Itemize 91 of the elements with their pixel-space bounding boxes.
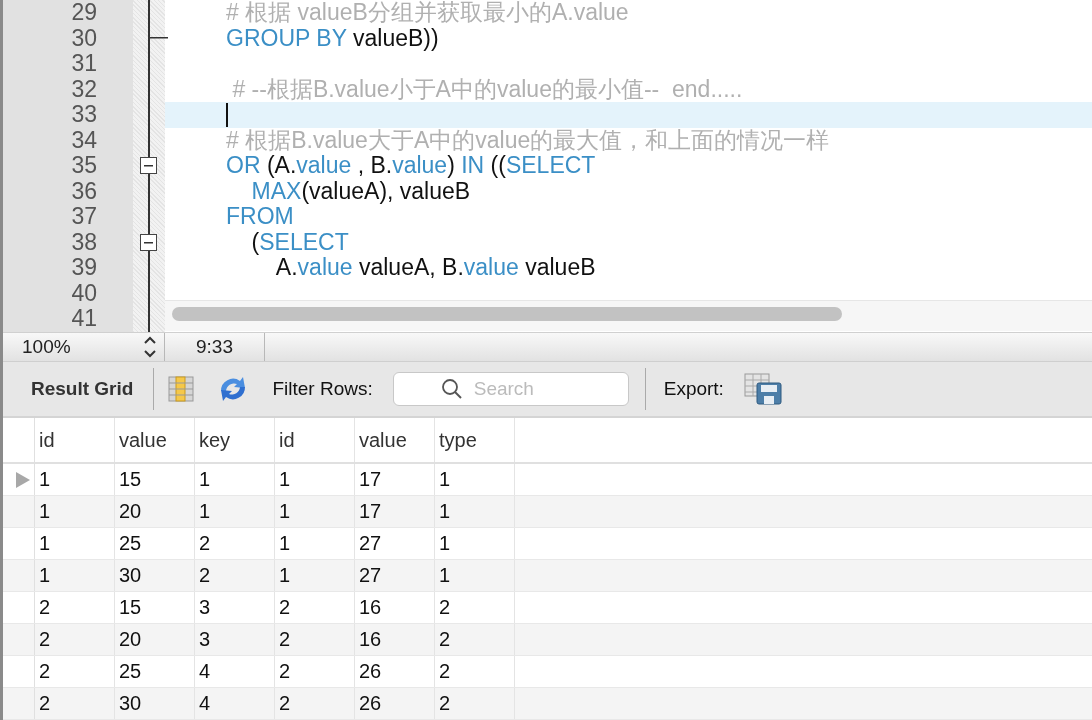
- columns-icon[interactable]: [168, 375, 195, 403]
- stepper-icon[interactable]: [143, 334, 157, 360]
- table-cell: 2: [435, 592, 515, 623]
- table-cell: 2: [435, 656, 515, 687]
- table-cell: 3: [195, 592, 275, 623]
- line-number: 38: [70, 229, 98, 255]
- table-cell: 2: [35, 656, 115, 687]
- line-number: 39: [70, 255, 98, 281]
- table-cell: 1: [275, 496, 355, 527]
- line-number: 33: [70, 102, 98, 128]
- line-number: 41: [70, 306, 98, 332]
- table-cell: 26: [355, 656, 435, 687]
- table-cell: 20: [115, 496, 195, 527]
- code-comment: # --根据B.value小于A中的value的最小值-- end.....: [231, 76, 743, 102]
- line-number: 31: [70, 51, 98, 77]
- table-cell: 2: [195, 528, 275, 559]
- table-cell: 2: [275, 592, 355, 623]
- table-cell: 4: [195, 688, 275, 719]
- zoom-level: 100%: [22, 336, 71, 358]
- code-comment: # 根据B.value大于A中的value的最大值，和上面的情况一样: [226, 127, 830, 153]
- table-cell: 2: [35, 592, 115, 623]
- export-icon[interactable]: [743, 373, 782, 405]
- table-cell: 26: [355, 688, 435, 719]
- table-cell: 16: [355, 624, 435, 655]
- table-cell: 1: [195, 496, 275, 527]
- code-line: A.value valueA, B.value valueB: [274, 255, 596, 281]
- current-row-icon: [16, 471, 30, 488]
- line-number: 36: [70, 178, 98, 204]
- table-cell: 1: [275, 464, 355, 495]
- column-header[interactable]: key: [195, 418, 275, 462]
- line-number: 35: [70, 153, 98, 179]
- table-cell: 1: [275, 560, 355, 591]
- table-cell: 16: [355, 592, 435, 623]
- table-cell: 2: [35, 624, 115, 655]
- line-number: 34: [70, 127, 98, 153]
- column-header[interactable]: id: [275, 418, 355, 462]
- table-cell: 1: [435, 464, 515, 495]
- table-cell: 3: [195, 624, 275, 655]
- code-line: (SELECT: [250, 229, 349, 255]
- table-cell: 17: [355, 464, 435, 495]
- table-cell: 1: [35, 528, 115, 559]
- table-cell: 1: [195, 464, 275, 495]
- table-cell: 2: [275, 688, 355, 719]
- column-header[interactable]: value: [115, 418, 195, 462]
- table-cell: 25: [115, 528, 195, 559]
- line-number: 29: [70, 0, 98, 26]
- code-line: OR (A.value , B.value) IN ((SELECT: [226, 153, 596, 179]
- column-header[interactable]: value: [355, 418, 435, 462]
- column-header[interactable]: id: [35, 418, 115, 462]
- table-cell: 30: [115, 688, 195, 719]
- code-line: MAX(valueA), valueB: [250, 178, 471, 204]
- line-number: 32: [70, 76, 98, 102]
- table-cell: 2: [275, 656, 355, 687]
- table-cell: 2: [35, 688, 115, 719]
- table-cell: 1: [35, 560, 115, 591]
- table-cell: 2: [435, 688, 515, 719]
- line-number: 37: [70, 204, 98, 230]
- code-comment: # 根据 valueB分组并获取最小的A.value: [226, 0, 629, 26]
- table-cell: 2: [435, 624, 515, 655]
- table-cell: 4: [195, 656, 275, 687]
- scrollbar-thumb[interactable]: [172, 307, 842, 321]
- table-cell: 25: [115, 656, 195, 687]
- table-cell: 1: [275, 528, 355, 559]
- table-cell: 1: [435, 528, 515, 559]
- table-cell: 1: [35, 496, 115, 527]
- table-cell: 2: [195, 560, 275, 591]
- line-number: 30: [70, 25, 98, 51]
- code-line: GROUP BY valueB)): [226, 25, 439, 51]
- table-cell: 1: [35, 464, 115, 495]
- collapse-icon[interactable]: [140, 233, 157, 251]
- code-line: FROM: [226, 204, 294, 230]
- result-grid-tab[interactable]: Result Grid: [31, 378, 134, 400]
- table-cell: 17: [355, 496, 435, 527]
- table-cell: 1: [435, 496, 515, 527]
- filter-label: Filter Rows:: [272, 378, 373, 400]
- table-cell: 27: [355, 560, 435, 591]
- table-cell: 1: [435, 560, 515, 591]
- collapse-icon[interactable]: [140, 157, 157, 175]
- line-number: 40: [70, 280, 98, 306]
- cursor-position: 9:33: [196, 336, 233, 358]
- export-label: Export:: [663, 378, 724, 400]
- search-icon: [440, 378, 463, 400]
- table-cell: 15: [115, 592, 195, 623]
- text-cursor: [226, 102, 228, 127]
- table-cell: 20: [115, 624, 195, 655]
- column-header[interactable]: type: [435, 418, 515, 462]
- search-field[interactable]: Search: [392, 372, 629, 406]
- table-cell: 15: [115, 464, 195, 495]
- table-cell: 27: [355, 528, 435, 559]
- table-cell: 30: [115, 560, 195, 591]
- table-cell: 2: [275, 624, 355, 655]
